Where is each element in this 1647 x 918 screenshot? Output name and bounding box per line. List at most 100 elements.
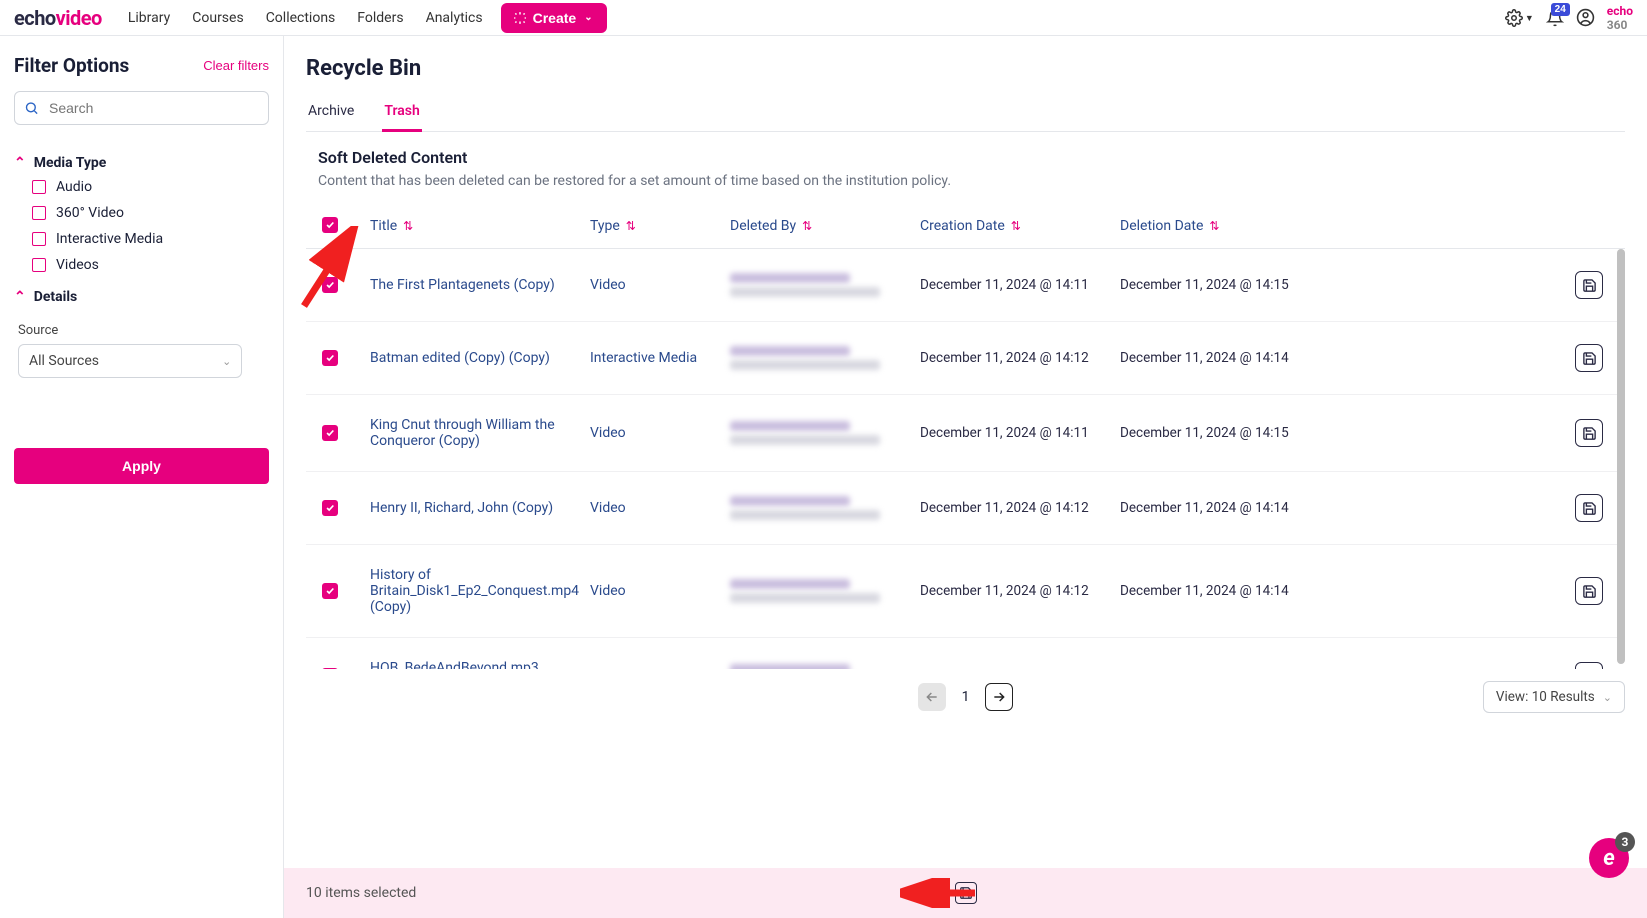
section-header: Soft Deleted Content Content that has be… [306,148,1625,189]
cell-creation: December 11, 2024 @ 14:12 [920,500,1120,516]
apply-button[interactable]: Apply [14,448,269,484]
help-fab[interactable]: e 3 [1589,838,1629,878]
cell-type: Video [590,500,730,516]
cell-title[interactable]: Batman edited (Copy) (Copy) [370,350,590,366]
row-checkbox[interactable] [322,277,338,293]
row-checkbox[interactable] [322,425,338,441]
tab-trash[interactable]: Trash [382,97,421,132]
media-type-toggle[interactable]: ⌃ Media Type [14,155,269,171]
filter-title: Filter Options [14,54,129,77]
cell-deleted-by [730,273,920,297]
source-select[interactable]: All Sources ⌄ [18,344,242,378]
cell-title[interactable]: History of Britain_Disk1_Ep2_Conquest.mp… [370,567,590,615]
cell-title[interactable]: King Cnut through William the Conqueror … [370,417,590,449]
media-type-checks: Audio 360° Video Interactive Media Video… [14,179,269,273]
cell-title[interactable]: The First Plantagenets (Copy) [370,277,590,293]
logo-echo: echo [14,6,56,30]
col-deletion[interactable]: Deletion Date⇅ [1120,218,1320,234]
nav-library[interactable]: Library [128,10,170,26]
view-results-select[interactable]: View: 10 Results ⌄ [1483,681,1625,713]
check-interactive[interactable]: Interactive Media [32,231,269,247]
check-360[interactable]: 360° Video [32,205,269,221]
gear-icon [1505,9,1523,27]
select-all-checkbox[interactable] [322,217,338,233]
tab-archive[interactable]: Archive [306,97,356,131]
col-type[interactable]: Type⇅ [590,218,730,234]
check-label: Audio [56,179,92,195]
nav-folders[interactable]: Folders [357,10,403,26]
sort-icon: ⇅ [403,219,413,233]
source-label: Source [18,323,269,338]
next-page-button[interactable] [985,683,1013,711]
create-button[interactable]: Create ⌄ [501,3,607,33]
cell-type: Video [590,583,730,599]
cell-title[interactable]: HOB_BedeAndBeyond.mp3 (Copy) [370,660,590,669]
table-row: The First Plantagenets (Copy) Video Dece… [306,249,1625,322]
restore-button[interactable] [1575,344,1603,372]
check-audio[interactable]: Audio [32,179,269,195]
arrow-left-icon [924,689,940,705]
create-label: Create [533,10,577,26]
small-logo: echo360 [1607,4,1633,32]
cell-type: Video [590,277,730,293]
settings-button[interactable]: ▼ [1505,9,1534,27]
table-body[interactable]: The First Plantagenets (Copy) Video Dece… [306,249,1625,669]
row-checkbox[interactable] [322,583,338,599]
top-header: echovideo Library Courses Collections Fo… [0,0,1647,36]
checkbox-icon [32,206,46,220]
current-page: 1 [962,689,970,705]
fab-badge: 3 [1615,832,1635,852]
col-creation[interactable]: Creation Date⇅ [920,218,1120,234]
restore-button[interactable] [1575,577,1603,605]
restore-button[interactable] [1575,662,1603,669]
search-input[interactable] [14,91,269,125]
col-title[interactable]: Title⇅ [370,218,590,234]
selection-text: 10 items selected [306,885,416,901]
table-row: Batman edited (Copy) (Copy) Interactive … [306,322,1625,395]
nav-courses[interactable]: Courses [192,10,243,26]
restore-button[interactable] [1575,419,1603,447]
small-echo: echo [1607,4,1633,18]
details-toggle[interactable]: ⌃ Details [14,289,269,305]
chevron-down-icon: ⌄ [584,12,592,23]
view-label: View: 10 Results [1496,689,1595,705]
details-label: Details [34,289,78,305]
table-row: HOB_BedeAndBeyond.mp3 (Copy) Audio Decem… [306,638,1625,669]
chevron-up-icon: ⌃ [14,289,26,305]
filter-sidebar: Filter Options Clear filters ⌃ Media Typ… [0,36,284,918]
table: Title⇅ Type⇅ Deleted By⇅ Creation Date⇅ … [306,203,1625,669]
search-icon [24,101,39,116]
checkbox-icon [32,232,46,246]
cell-title[interactable]: Henry II, Richard, John (Copy) [370,500,590,516]
cell-deletion: December 11, 2024 @ 14:15 [1120,425,1320,441]
cell-deletion: December 11, 2024 @ 14:14 [1120,583,1320,599]
check-videos[interactable]: Videos [32,257,269,273]
cell-type: Interactive Media [590,350,730,366]
restore-button[interactable] [1575,271,1603,299]
user-circle-icon [1576,8,1595,27]
restore-icon [1582,584,1597,599]
row-checkbox[interactable] [322,350,338,366]
nav-collections[interactable]: Collections [266,10,336,26]
small-three: 360 [1607,18,1628,32]
main-content: Recycle Bin Archive Trash Soft Deleted C… [284,36,1647,918]
col-deleted-by[interactable]: Deleted By⇅ [730,218,920,234]
chevron-up-icon: ⌃ [14,155,26,171]
restore-button[interactable] [1575,494,1603,522]
search-wrap [14,91,269,125]
prev-page-button[interactable] [918,683,946,711]
restore-icon [1582,426,1597,441]
cell-deleted-by [730,346,920,370]
row-checkbox[interactable] [322,500,338,516]
page-title: Recycle Bin [306,56,1625,81]
clear-filters-button[interactable]: Clear filters [203,58,269,73]
chevron-down-icon: ⌄ [1603,691,1612,704]
notifications-button[interactable]: 24 [1546,9,1564,27]
scrollbar[interactable] [1617,249,1625,664]
arrow-right-icon [991,689,1007,705]
nav-analytics[interactable]: Analytics [426,10,483,26]
bulk-restore-button[interactable] [955,882,977,904]
sort-icon: ⇅ [1209,219,1219,233]
cell-creation: December 11, 2024 @ 14:12 [920,583,1120,599]
account-button[interactable] [1576,8,1595,27]
